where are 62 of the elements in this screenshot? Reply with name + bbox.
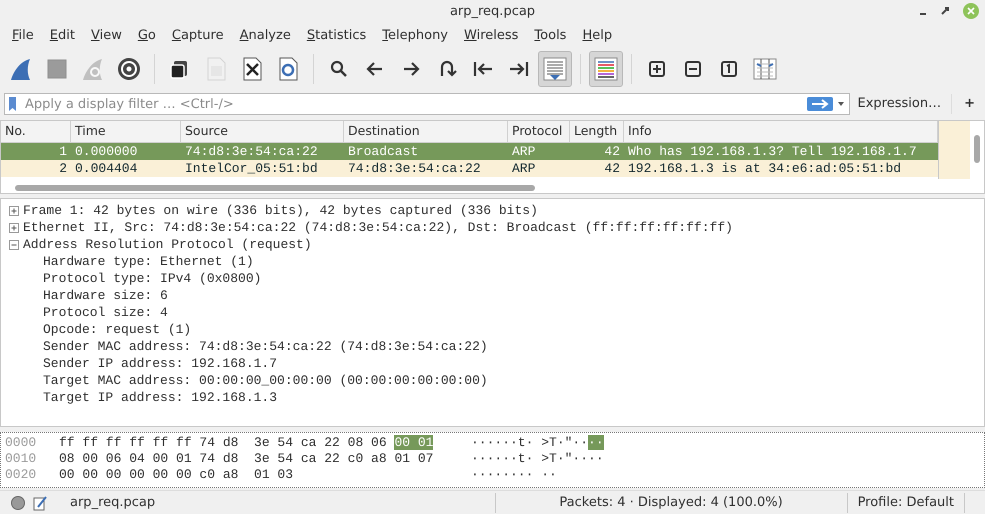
- tree-item[interactable]: Sender IP address: 192.168.1.7: [43, 354, 278, 374]
- filter-bar[interactable]: Apply a display filter … <Ctrl-/>: [4, 93, 850, 115]
- ascii-text: ········ ··: [471, 467, 557, 482]
- menu-item[interactable]: File: [4, 26, 42, 46]
- expression-button[interactable]: Expression…: [850, 94, 952, 114]
- collapse-icon[interactable]: [9, 240, 19, 250]
- hex-bytes: ff ff ff ff ff ff 74 d8 3e 54 ca 22 08 06: [59, 435, 388, 450]
- packet-row[interactable]: 2 0.004404 IntelCor_05:51:bd 74:d8:3e:54:ca:22 ARP 42 192.168.1.3 is at 34:e6:ad:05:51:bd: [1, 160, 938, 177]
- hex-bytes: 00 01: [394, 435, 434, 450]
- menu-item[interactable]: Statistics: [298, 26, 374, 46]
- ascii-text: ······t· >T·"··: [471, 435, 588, 450]
- tree-item[interactable]: Sender MAC address: 74:d8:3e:54:ca:22 (74:d8:3e:54:ca:22): [43, 336, 488, 356]
- packet-count: Packets: 4 · Displayed: 4 (100.0%): [559, 494, 783, 512]
- column-header[interactable]: Length: [570, 121, 624, 142]
- expand-icon[interactable]: [9, 206, 19, 216]
- expand-icon[interactable]: [9, 222, 19, 232]
- window-title: arp_req.pcap: [450, 3, 536, 22]
- column-header[interactable]: Source: [181, 121, 344, 142]
- menu-item[interactable]: Help: [574, 26, 620, 46]
- menu-item[interactable]: Tools: [526, 26, 574, 46]
- colorize-icon: [593, 56, 619, 82]
- add-filter-button[interactable]: +: [951, 94, 981, 114]
- filter-field[interactable]: Apply a display filter … <Ctrl-/>: [21, 94, 807, 114]
- offset-text: 0010: [5, 450, 38, 465]
- column-header[interactable]: No.: [1, 121, 71, 142]
- column-header[interactable]: Time: [71, 121, 181, 142]
- tree-item[interactable]: Protocol size: 4: [43, 302, 168, 322]
- menu-item[interactable]: Telephony: [374, 26, 456, 46]
- ascii-text: ··: [588, 435, 604, 450]
- scrollbar-thumb[interactable]: [15, 185, 535, 191]
- tree-item[interactable]: Opcode: request (1): [43, 320, 192, 340]
- tree-item[interactable]: Target IP address: 192.168.1.3: [43, 388, 278, 408]
- menu-item[interactable]: Capture: [164, 26, 232, 46]
- edit-icon[interactable]: [32, 494, 48, 510]
- menu-item[interactable]: Go: [130, 26, 164, 46]
- resize-columns-icon: [752, 56, 778, 82]
- maximize-icon[interactable]: [941, 7, 949, 15]
- tree-item[interactable]: Hardware size: 6: [43, 286, 168, 306]
- offset-text: 0000: [5, 434, 38, 449]
- column-header[interactable]: Destination: [344, 121, 508, 142]
- tree-item[interactable]: Frame 1: 42 bytes on wire (336 bits), 42 bytes captured (336 bits): [23, 200, 538, 220]
- menu-item[interactable]: View: [82, 26, 130, 46]
- tree-item[interactable]: Target MAC address: 00:00:00_00:00:00 (00:00:00:00:00:00): [43, 370, 488, 390]
- column-header[interactable]: Protocol: [508, 121, 570, 142]
- profile-label[interactable]: Profile: Default: [858, 492, 954, 512]
- menu-item[interactable]: Edit: [42, 26, 83, 46]
- toolbar-button[interactable]: [538, 51, 572, 87]
- hex-bytes: 08 00 06 04 00 01 74 d8 3e 54 ca 22 c0 a8 01 07: [59, 451, 434, 466]
- offset-text: 0020: [5, 466, 38, 481]
- menu-item[interactable]: Analyze: [232, 26, 299, 46]
- autoscroll-icon: [542, 56, 568, 82]
- menu-item[interactable]: Wireless: [456, 26, 526, 46]
- scrollbar-thumb[interactable]: [974, 135, 980, 163]
- status-circle-icon[interactable]: [10, 494, 26, 510]
- hex-bytes: 00 00 00 00 00 00 c0 a8 01 03: [59, 467, 294, 482]
- tree-item[interactable]: Ethernet II, Src: 74:d8:3e:54:ca:22 (74:d8:3e:54:ca:22), Dst: Broadcast (ff:ff:ff:ff:ff:ff): [23, 218, 733, 238]
- tree-item[interactable]: Hardware type: Ethernet (1): [43, 252, 254, 272]
- tree-item[interactable]: Address Resolution Protocol (request): [23, 234, 312, 254]
- file-name: arp_req.pcap: [69, 494, 156, 512]
- ascii-text: ······t· >T·"····: [471, 451, 604, 466]
- tree-item[interactable]: Protocol type: IPv4 (0x0800): [43, 268, 262, 288]
- gear-icon: [116, 56, 142, 82]
